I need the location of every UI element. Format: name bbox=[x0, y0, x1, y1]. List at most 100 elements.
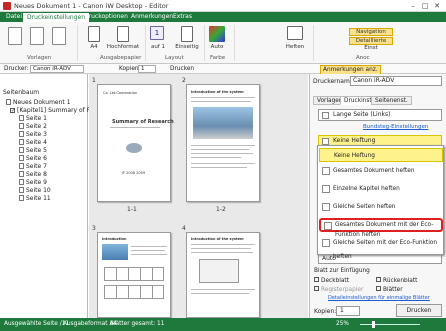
option-label: Keine Heftung bbox=[334, 153, 375, 159]
paper-size-button[interactable]: A4 bbox=[87, 44, 101, 50]
option-staple-same-pages[interactable]: Gleiche Seiten heften bbox=[319, 200, 443, 214]
text-line bbox=[131, 250, 165, 251]
duplex-icon[interactable] bbox=[181, 26, 193, 42]
checkbox-icon[interactable] bbox=[314, 277, 319, 282]
navigation-button[interactable]: Navigation bbox=[349, 28, 393, 36]
option-no-staple[interactable]: Keine Heftung bbox=[319, 148, 443, 162]
template-icon[interactable] bbox=[8, 27, 22, 45]
printer-select[interactable]: Canon iR-ADV bbox=[30, 65, 84, 73]
tree-root[interactable]: Neues Dokument 1 bbox=[6, 99, 71, 106]
tree-page[interactable]: Seite 10 bbox=[19, 187, 51, 194]
tab-extras[interactable]: Extras bbox=[169, 12, 196, 22]
tree-page-label: Seite 11 bbox=[26, 195, 51, 202]
binding-value: Lange Seite (Links) bbox=[333, 111, 391, 118]
preview-area[interactable]: 1 Co. Ltd.Corporation Summary of Researc… bbox=[89, 74, 308, 318]
page-thumbnail[interactable]: Introduction bbox=[97, 232, 171, 318]
cover-option[interactable]: Deckblatt bbox=[314, 277, 349, 284]
binding-icon bbox=[322, 112, 329, 119]
group-label-layout: Layout bbox=[165, 55, 184, 61]
tree-page[interactable]: Seite 8 bbox=[19, 171, 47, 178]
tree-page[interactable]: Seite 6 bbox=[19, 155, 47, 162]
tree-page[interactable]: Seite 9 bbox=[19, 179, 47, 186]
group-label-ausgabepapier: Ausgabepapier bbox=[100, 55, 142, 61]
tab-paper-option[interactable]: Registerpapier bbox=[314, 286, 363, 293]
page-thumbnail[interactable]: Introduction of the system bbox=[186, 232, 260, 318]
sheets-option-label: Blätter bbox=[383, 287, 403, 293]
copies-input[interactable]: 1 bbox=[138, 65, 156, 73]
checkbox-icon[interactable] bbox=[376, 286, 381, 291]
tab-druckoptionen[interactable]: Druckoptionen bbox=[80, 12, 132, 22]
option-staple-chapters[interactable]: Einzelne Kapitel heften bbox=[319, 182, 443, 196]
text-line bbox=[191, 163, 255, 164]
option-eco-staple-document[interactable]: Gesamtes Dokument mit der Eco-Funktion h… bbox=[319, 218, 443, 238]
copies-spinner[interactable]: 1 bbox=[336, 306, 360, 316]
detailed-settings-button[interactable]: Detaillierte Einst bbox=[349, 37, 393, 51]
tree-page-label: Seite 1 bbox=[26, 115, 47, 122]
photo-image bbox=[193, 107, 253, 139]
back-cover-option-label: Rückenblatt bbox=[383, 278, 418, 284]
duplex-button[interactable]: Einseitig bbox=[173, 44, 201, 50]
printer-name-select[interactable]: Canon iR-ADV bbox=[350, 76, 442, 86]
checkbox-icon[interactable] bbox=[314, 286, 319, 291]
tree-chapter[interactable]: ✓ [Kapitel1] Summary of Re bbox=[10, 107, 94, 114]
tree-page-label: Seite 6 bbox=[26, 155, 47, 162]
text-line bbox=[191, 149, 249, 150]
tree-page[interactable]: Seite 11 bbox=[19, 195, 51, 202]
staple-icon[interactable] bbox=[287, 26, 303, 40]
window-title: Neues Dokument 1 - Canon iW Desktop - Ed… bbox=[14, 2, 169, 10]
pages-per-sheet-button[interactable]: auf 1 bbox=[147, 44, 169, 50]
option-label: Einzelne Kapitel heften bbox=[333, 186, 400, 192]
orientation-icon[interactable] bbox=[117, 26, 129, 42]
page-icon bbox=[19, 187, 24, 193]
printer-label: Drucker: bbox=[4, 66, 29, 72]
tree-page-label: Seite 3 bbox=[26, 131, 47, 138]
page-number: 2 bbox=[182, 77, 186, 84]
text-line bbox=[131, 254, 167, 255]
text-line bbox=[191, 252, 253, 253]
checkbox-icon[interactable] bbox=[376, 277, 381, 282]
maximize-button[interactable]: □ bbox=[419, 1, 431, 11]
option-eco-staple-pages[interactable]: Gleiche Seiten mit der Eco-Funktion heft… bbox=[319, 236, 443, 260]
status-selected-page: Ausgewählte Seite /11 bbox=[4, 321, 70, 327]
text-line bbox=[191, 153, 253, 154]
checkbox-icon[interactable]: ✓ bbox=[10, 108, 15, 114]
page-thumbnail[interactable]: Co. Ltd.Corporation Summary of Research … bbox=[97, 84, 174, 202]
page-number: 3 bbox=[92, 225, 96, 232]
page-icon bbox=[19, 131, 24, 137]
zoom-level: 25% bbox=[336, 321, 349, 327]
tree-page[interactable]: Seite 5 bbox=[19, 147, 47, 154]
sheet-details-link[interactable]: Detaileinstellungen für einmalige Blätte… bbox=[328, 295, 430, 301]
paper-size-icon[interactable] bbox=[88, 26, 100, 42]
zoom-slider[interactable] bbox=[360, 324, 420, 325]
gutter-settings-link[interactable]: Bundsteg-Einstellungen bbox=[363, 124, 428, 130]
close-button[interactable]: ✕ bbox=[431, 1, 443, 11]
text-line bbox=[191, 248, 251, 249]
tree-header: Seitenbaum bbox=[3, 89, 40, 96]
cover-option-label: Deckblatt bbox=[321, 278, 349, 284]
page-thumbnail[interactable]: Introduction of the system bbox=[186, 84, 260, 202]
template-icon[interactable] bbox=[30, 27, 44, 45]
minimize-button[interactable]: – bbox=[407, 1, 419, 11]
staple-button[interactable]: Heften bbox=[283, 44, 307, 50]
print-toolbar-button[interactable]: Drucken bbox=[170, 65, 194, 73]
sheets-option[interactable]: Blätter bbox=[376, 286, 403, 293]
tree-page[interactable]: Seite 7 bbox=[19, 163, 47, 170]
tree-page[interactable]: Seite 2 bbox=[19, 123, 47, 130]
tree-page[interactable]: Seite 1 bbox=[19, 115, 47, 122]
binding-select[interactable]: Lange Seite (Links) bbox=[318, 109, 442, 121]
color-mode-button[interactable]: Auto bbox=[206, 44, 228, 50]
page-icon bbox=[19, 147, 24, 153]
option-staple-document[interactable]: Gesamtes Dokument heften bbox=[319, 164, 443, 178]
print-button[interactable]: Drucken bbox=[396, 304, 442, 317]
count-display[interactable]: 1 bbox=[150, 26, 164, 40]
page-number: 1 bbox=[92, 77, 96, 84]
page-icon bbox=[19, 163, 24, 169]
template-icon[interactable] bbox=[52, 27, 66, 45]
orientation-button[interactable]: Hochformat bbox=[106, 44, 140, 50]
back-cover-option[interactable]: Rückenblatt bbox=[376, 277, 417, 284]
tab-page-settings[interactable]: Seitenenst. bbox=[371, 96, 412, 105]
color-icon[interactable] bbox=[209, 26, 225, 42]
tree-page[interactable]: Seite 3 bbox=[19, 131, 47, 138]
tree-page[interactable]: Seite 4 bbox=[19, 139, 47, 146]
zoom-slider-handle[interactable] bbox=[372, 321, 375, 328]
